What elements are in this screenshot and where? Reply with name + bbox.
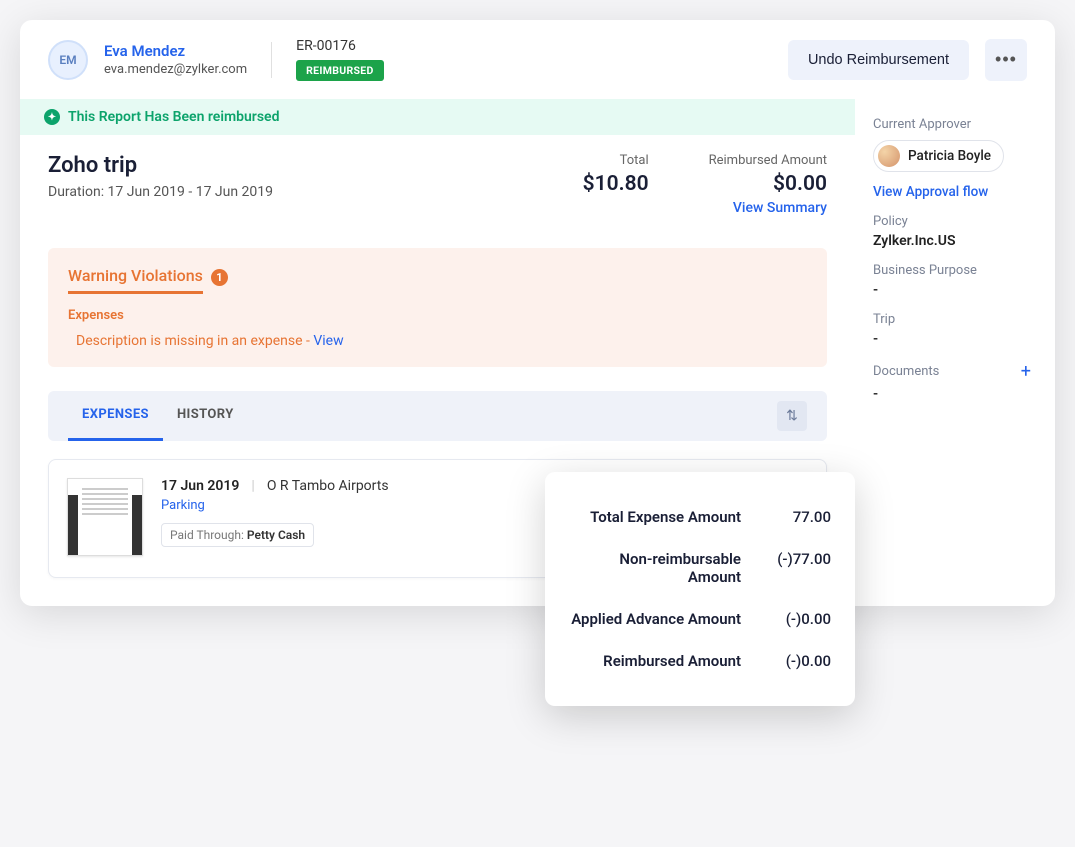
summary-label: Total Expense Amount	[569, 508, 741, 526]
summary-label: Non-reimbursable Amount	[569, 550, 741, 586]
expense-date: 17 Jun 2019	[161, 478, 239, 494]
violations-title: Warning Violations	[68, 266, 203, 294]
check-icon: ✦	[44, 109, 60, 125]
violation-view-link[interactable]: View	[313, 333, 343, 349]
sidebar: Current Approver Patricia Boyle View App…	[855, 99, 1055, 606]
expense-info: 17 Jun 2019 | O R Tambo Airports Parking…	[161, 478, 529, 547]
business-purpose-label: Business Purpose	[873, 263, 1031, 278]
trip-duration: Duration: 17 Jun 2019 - 17 Jun 2019	[48, 184, 273, 200]
summary-row: Applied Advance Amount (-)0.00	[569, 598, 831, 640]
user-email: eva.mendez@zylker.com	[104, 62, 247, 77]
documents-label: Documents	[873, 364, 939, 379]
separator: |	[251, 478, 254, 494]
summary-popover: Total Expense Amount 77.00 Non-reimbursa…	[545, 472, 855, 706]
trip-title: Zoho trip	[48, 153, 273, 178]
expense-category-link[interactable]: Parking	[161, 498, 529, 513]
summary-label: Applied Advance Amount	[569, 610, 741, 628]
trip-label: Trip	[873, 312, 1031, 327]
documents-value: -	[873, 386, 1031, 402]
undo-reimbursement-button[interactable]: Undo Reimbursement	[788, 40, 969, 80]
view-summary-link[interactable]: View Summary	[709, 200, 827, 216]
summary-row: Total Expense Amount 77.00	[569, 496, 831, 538]
violations-section-label: Expenses	[68, 308, 807, 323]
summary-value: (-)77.00	[761, 550, 831, 568]
receipt-thumbnail-icon[interactable]	[67, 478, 143, 556]
reimbursed-banner: ✦ This Report Has Been reimbursed	[20, 99, 855, 135]
trip-value: -	[873, 331, 1031, 347]
status-badge: REIMBURSED	[296, 60, 383, 81]
paid-prefix: Paid Through:	[170, 528, 247, 542]
summary-row: Non-reimbursable Amount (-)77.00	[569, 538, 831, 598]
violation-text: Description is missing in an expense -	[76, 333, 313, 349]
approver-chip[interactable]: Patricia Boyle	[873, 140, 1004, 172]
more-actions-button[interactable]: •••	[985, 39, 1027, 81]
tab-history[interactable]: HISTORY	[163, 391, 248, 441]
sort-icon[interactable]: ⇅	[777, 401, 807, 431]
title-row: Zoho trip Duration: 17 Jun 2019 - 17 Jun…	[20, 135, 855, 224]
summary-value: 77.00	[761, 508, 831, 526]
violation-item: Description is missing in an expense - V…	[68, 333, 807, 349]
reimb-label: Reimbursed Amount	[709, 153, 827, 168]
policy-label: Policy	[873, 214, 1031, 229]
paid-through-chip: Paid Through: Petty Cash	[161, 523, 314, 547]
amounts: Total $10.80 Reimbursed Amount $0.00 Vie…	[583, 153, 827, 216]
user-block: Eva Mendez eva.mendez@zylker.com	[104, 42, 247, 77]
divider	[271, 42, 272, 78]
business-purpose-value: -	[873, 282, 1031, 298]
approver-label: Current Approver	[873, 117, 1031, 132]
trip-block: Zoho trip Duration: 17 Jun 2019 - 17 Jun…	[48, 153, 273, 200]
banner-text: This Report Has Been reimbursed	[68, 109, 279, 125]
report-id: ER-00176	[296, 38, 383, 54]
summary-value: (-)0.00	[761, 610, 831, 628]
total-block: Total $10.80	[583, 153, 649, 216]
tabs: EXPENSES HISTORY ⇅	[48, 391, 827, 441]
summary-label: Reimbursed Amount	[569, 652, 741, 670]
summary-row: Reimbursed Amount (-)0.00	[569, 640, 831, 682]
policy-value: Zylker.Inc.US	[873, 233, 1031, 249]
approver-name: Patricia Boyle	[908, 148, 991, 164]
violations-panel: Warning Violations 1 Expenses Descriptio…	[48, 248, 827, 367]
total-value: $10.80	[583, 172, 649, 196]
expense-place: O R Tambo Airports	[267, 478, 389, 494]
body: ✦ This Report Has Been reimbursed Zoho t…	[20, 99, 1055, 606]
paid-value: Petty Cash	[247, 528, 305, 542]
reimb-value: $0.00	[709, 172, 827, 196]
user-avatar[interactable]: EM	[48, 40, 88, 80]
report-window: EM Eva Mendez eva.mendez@zylker.com ER-0…	[20, 20, 1055, 606]
tab-expenses[interactable]: EXPENSES	[68, 391, 163, 441]
add-document-icon[interactable]: +	[1021, 361, 1031, 382]
header: EM Eva Mendez eva.mendez@zylker.com ER-0…	[20, 20, 1055, 99]
summary-value: (-)0.00	[761, 652, 831, 670]
total-label: Total	[583, 153, 649, 168]
approver-avatar-icon	[878, 145, 900, 167]
user-name-link[interactable]: Eva Mendez	[104, 42, 247, 60]
report-block: ER-00176 REIMBURSED	[296, 38, 383, 81]
reimb-block: Reimbursed Amount $0.00 View Summary	[709, 153, 827, 216]
violations-count-badge: 1	[211, 269, 228, 286]
view-approval-flow-link[interactable]: View Approval flow	[873, 184, 1031, 200]
